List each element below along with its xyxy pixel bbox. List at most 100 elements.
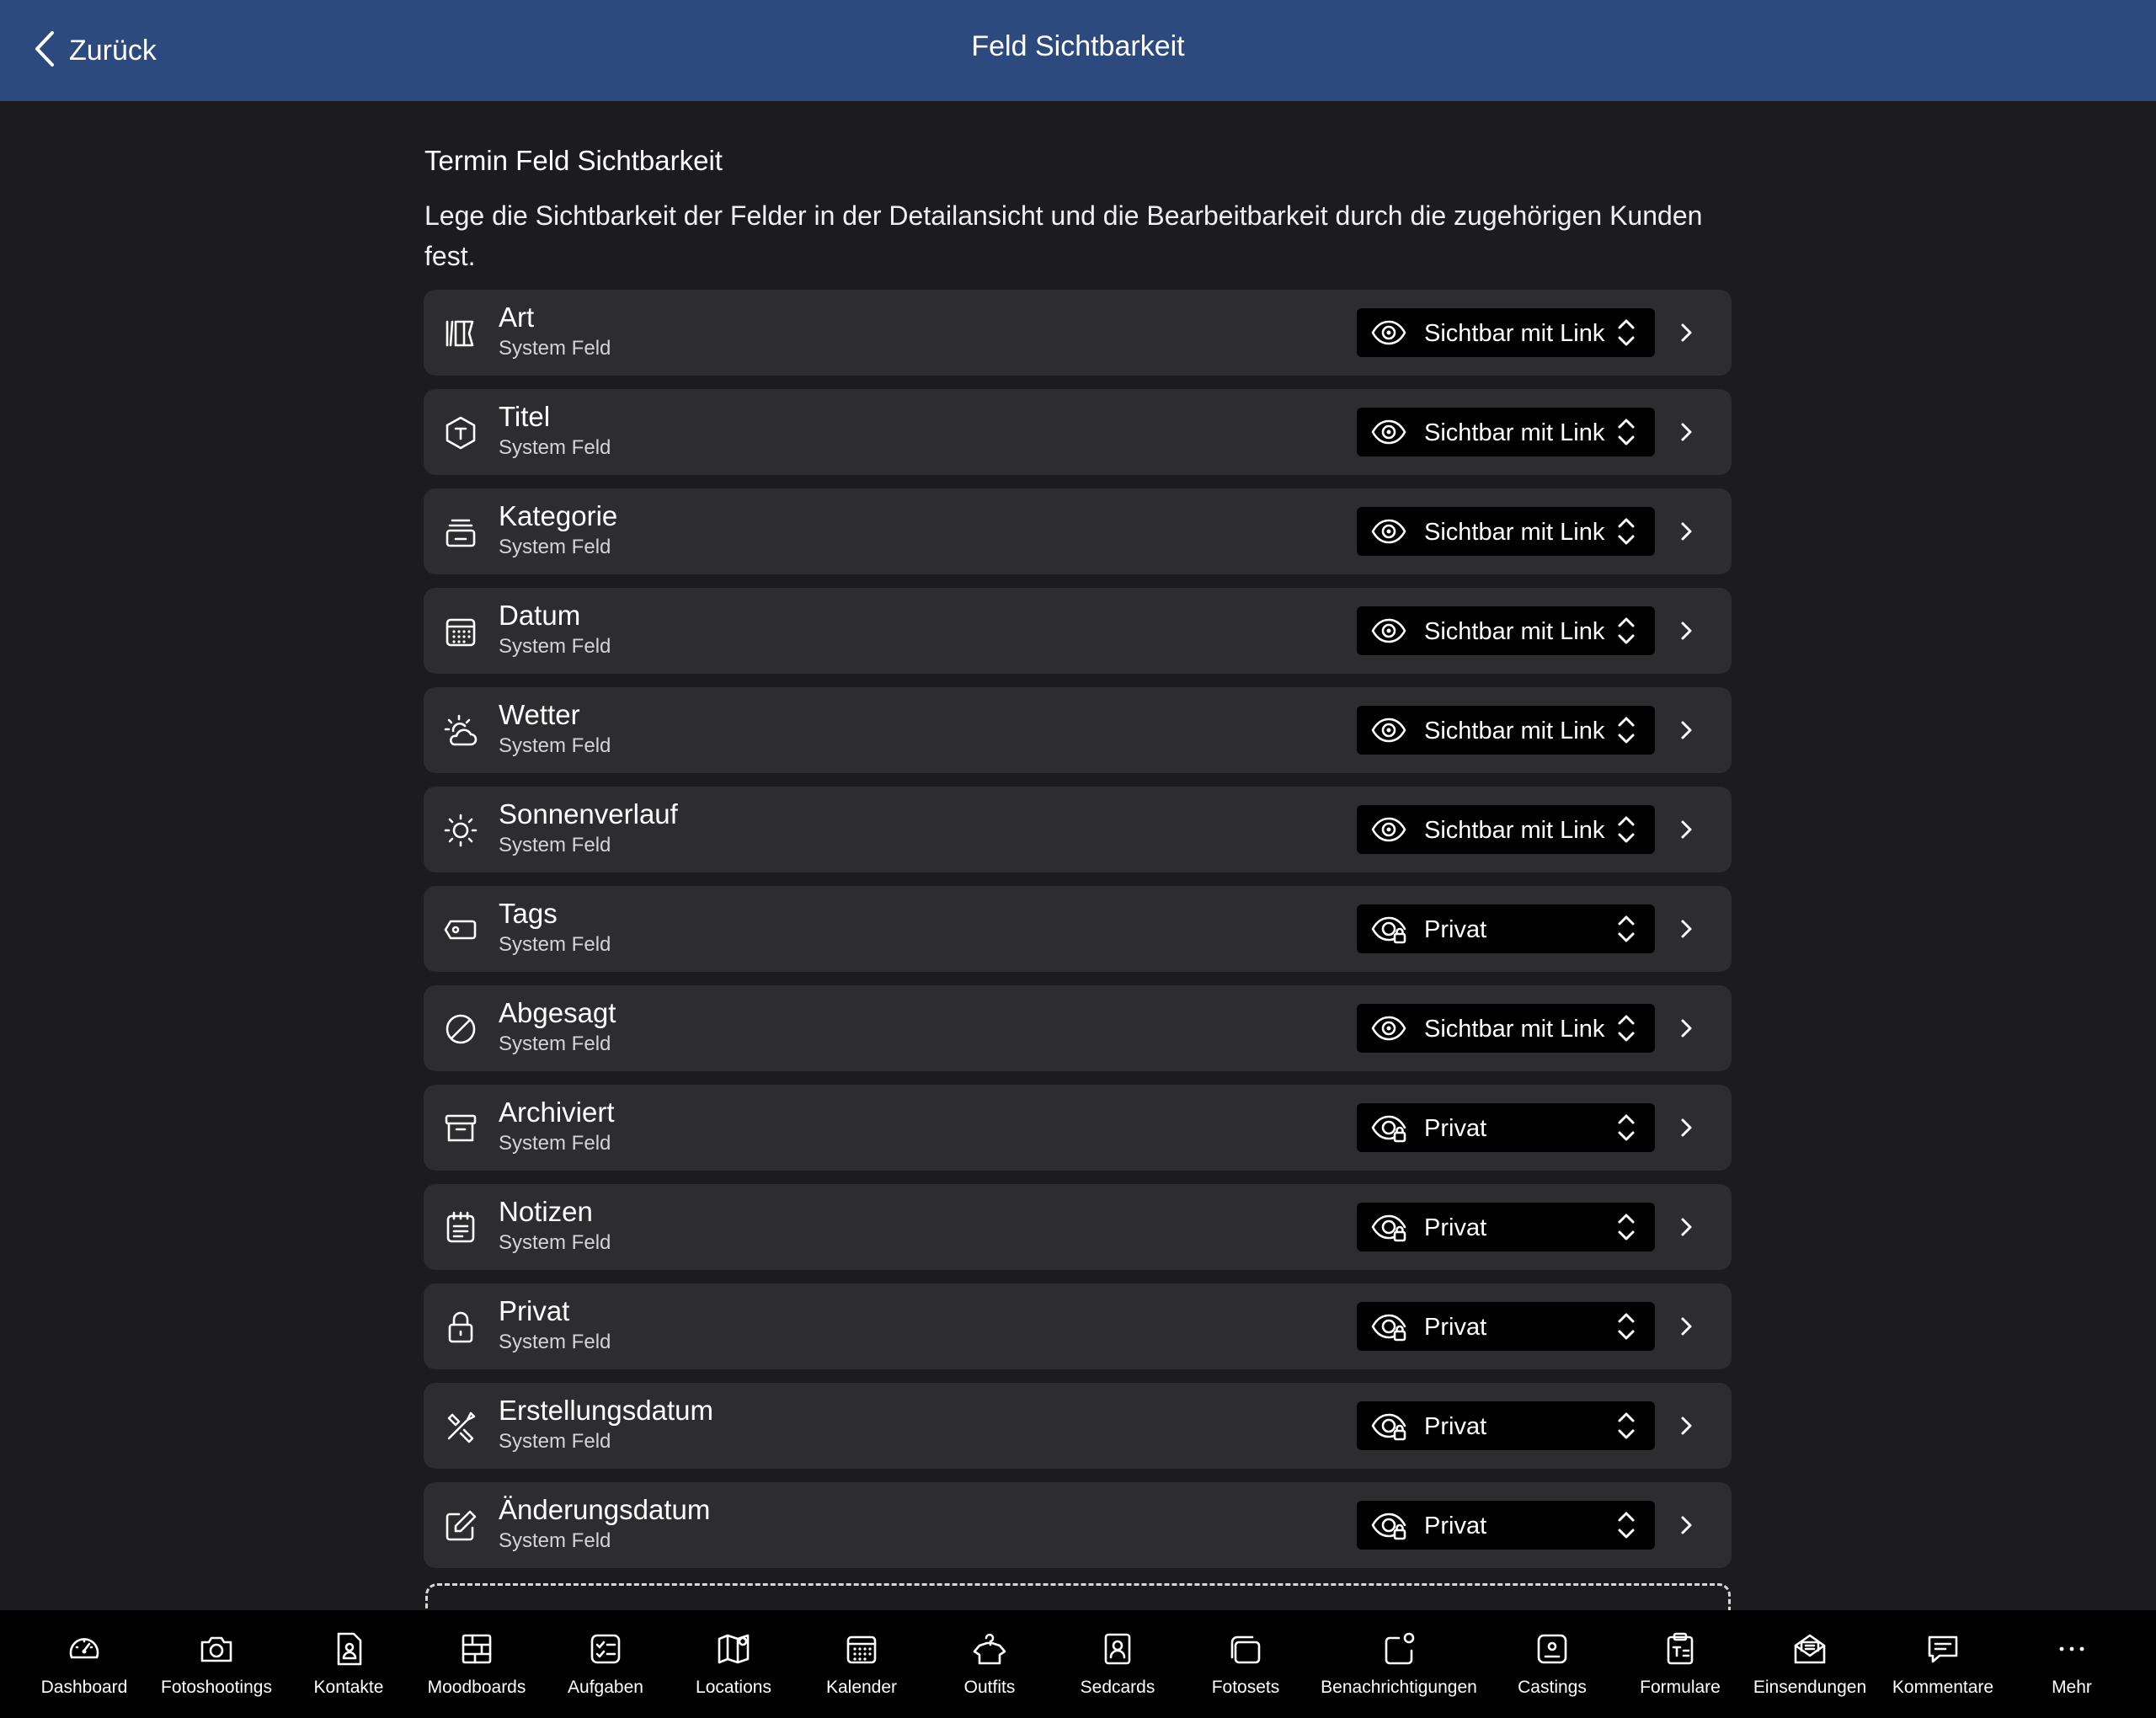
chevron-right-icon[interactable] [1677,1214,1695,1240]
chevron-up-down-icon [1614,913,1638,945]
visibility-select[interactable]: Sichtbar mit Link [1357,507,1655,556]
tab-einsendungen[interactable]: Einsendungen [1734,1610,1886,1718]
tasks-icon [587,1630,624,1667]
visibility-select[interactable]: Privat [1357,1302,1655,1351]
tab-fotoshootings[interactable]: Fotoshootings [141,1610,292,1718]
chevron-up-down-icon [1614,1211,1638,1243]
visibility-select[interactable]: Sichtbar mit Link [1357,805,1655,854]
visibility-value: Privat [1424,1214,1487,1241]
visibility-value: Sichtbar mit Link [1424,618,1605,645]
field-subtitle: System Feld [499,834,611,856]
field-row[interactable]: Titel System Feld Sichtbar mit Link [424,389,1732,475]
chevron-up-down-icon [1614,814,1638,846]
columns-icon [442,315,479,352]
chevron-right-icon[interactable] [1677,817,1695,842]
visibility-select[interactable]: Sichtbar mit Link [1357,1004,1655,1053]
notes-icon [442,1209,479,1246]
chevron-right-icon[interactable] [1677,419,1695,445]
edit-icon [442,1507,479,1545]
visibility-select[interactable]: Sichtbar mit Link [1357,308,1655,357]
visibility-select[interactable]: Privat [1357,904,1655,953]
field-row[interactable]: Privat System Feld Privat [424,1283,1732,1369]
field-subtitle: System Feld [499,734,611,757]
chevron-right-icon[interactable] [1677,519,1695,544]
chevron-right-icon[interactable] [1677,1115,1695,1140]
field-row[interactable]: Datum System Feld Sichtbar mit Link [424,588,1732,674]
tab-benachrichtigungen[interactable]: Benachrichtigungen [1321,1610,1477,1718]
field-row[interactable]: Archiviert System Feld Privat [424,1085,1732,1171]
field-name: Abgesagt [499,997,616,1028]
comment-icon [1924,1630,1961,1667]
field-row[interactable]: Erstellungsdatum System Feld Privat [424,1383,1732,1469]
field-subtitle: System Feld [499,1132,611,1155]
field-row[interactable]: Art System Feld Sichtbar mit Link [424,290,1732,376]
tab-mehr[interactable]: Mehr [1996,1610,2148,1718]
calendar-icon [843,1630,880,1667]
field-name: Tags [499,898,558,929]
visibility-select[interactable]: Privat [1357,1401,1655,1450]
eye-lock-icon [1370,1311,1407,1342]
camera-icon [198,1630,235,1667]
chevron-right-icon[interactable] [1677,618,1695,643]
photosets-icon [1227,1630,1264,1667]
visibility-value: Privat [1424,916,1487,943]
eye-icon [1370,616,1407,646]
visibility-value: Privat [1424,1513,1487,1539]
bottom-tab-bar: Dashboard Fotoshootings Kontakte Moodboards… [0,1610,2156,1718]
chevron-right-icon[interactable] [1677,1413,1695,1438]
field-subtitle: System Feld [499,1231,611,1254]
moodboard-icon [458,1630,495,1667]
field-row[interactable]: Tags System Feld Privat [424,886,1732,972]
visibility-select[interactable]: Sichtbar mit Link [1357,706,1655,755]
hanger-icon [971,1630,1008,1667]
weather-icon [442,712,479,750]
field-row[interactable]: Sonnenverlauf System Feld Sichtbar mit Lin… [424,787,1732,872]
field-row[interactable]: Abgesagt System Feld Sichtbar mit Link [424,985,1732,1071]
chevron-up-down-icon [1614,615,1638,647]
field-row[interactable]: Änderungsdatum System Feld Privat [424,1482,1732,1568]
chevron-right-icon[interactable] [1677,320,1695,345]
field-name: Sonnenverlauf [499,798,678,830]
chevron-right-icon[interactable] [1677,916,1695,942]
eye-icon [1370,814,1407,845]
visibility-select[interactable]: Sichtbar mit Link [1357,606,1655,655]
visibility-select[interactable]: Privat [1357,1203,1655,1251]
chevron-right-icon[interactable] [1677,718,1695,743]
visibility-value: Sichtbar mit Link [1424,817,1605,844]
add-field-area[interactable] [425,1583,1731,1610]
mail-open-icon [1791,1630,1828,1667]
tab-formulare[interactable]: Formulare [1604,1610,1756,1718]
chevron-right-icon[interactable] [1677,1513,1695,1538]
tab-fotosets[interactable]: Fotosets [1170,1610,1321,1718]
tab-dashboard[interactable]: Dashboard [8,1610,160,1718]
chevron-right-icon[interactable] [1677,1314,1695,1339]
notification-icon [1380,1630,1417,1667]
field-row[interactable]: Kategorie System Feld Sichtbar mit Link [424,488,1732,574]
header-bar: Zurück Feld Sichtbarkeit [0,0,2156,101]
chevron-up-down-icon [1614,416,1638,448]
field-row[interactable]: Wetter System Feld Sichtbar mit Link [424,687,1732,773]
eye-icon [1370,317,1407,348]
speedometer-icon [66,1630,103,1667]
eye-lock-icon [1370,1212,1407,1242]
field-subtitle: System Feld [499,1032,611,1055]
calendar-icon [442,613,479,650]
tab-label: Mehr [2052,1678,2092,1697]
field-row[interactable]: Notizen System Feld Privat [424,1184,1732,1270]
field-name: Art [499,301,535,333]
cancelled-icon [442,1011,479,1048]
chevron-up-down-icon [1614,714,1638,746]
field-name: Titel [499,401,551,432]
visibility-select[interactable]: Privat [1357,1501,1655,1550]
eye-icon [1370,516,1407,547]
sedcard-icon [1099,1630,1136,1667]
field-subtitle: System Feld [499,337,611,360]
field-subtitle: System Feld [499,436,611,459]
sun-icon [442,812,479,849]
section-title: Termin Feld Sichtbarkeit [424,145,723,176]
visibility-value: Privat [1424,1413,1487,1440]
visibility-select[interactable]: Sichtbar mit Link [1357,408,1655,456]
visibility-value: Privat [1424,1314,1487,1341]
visibility-select[interactable]: Privat [1357,1103,1655,1152]
chevron-right-icon[interactable] [1677,1016,1695,1041]
